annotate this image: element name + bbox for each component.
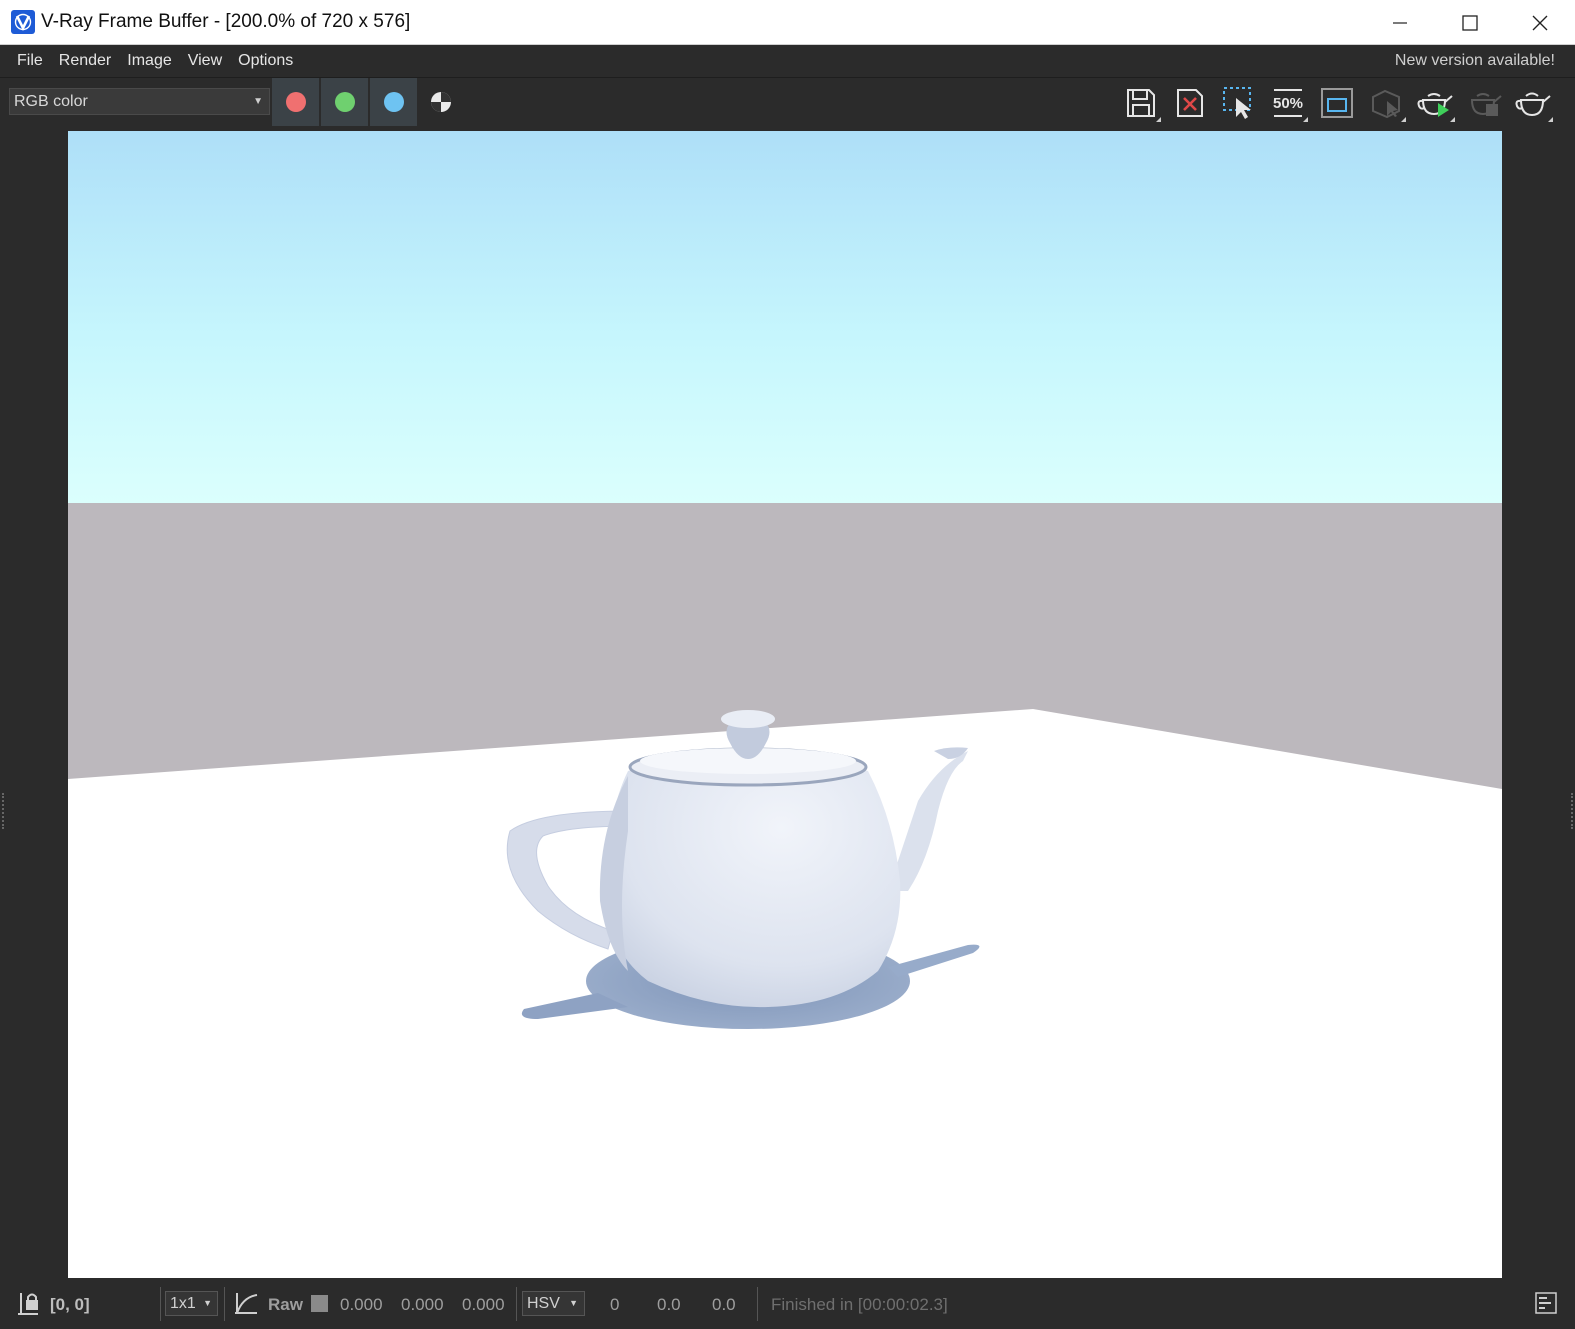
compare-button[interactable] [1312, 82, 1361, 124]
zoom-50-icon: 50% [1272, 89, 1303, 117]
svg-text:50%: 50% [1272, 95, 1302, 112]
start-interactive-button[interactable] [1410, 82, 1459, 124]
clear-image-icon [1176, 89, 1203, 117]
clear-image-button[interactable] [1165, 82, 1214, 124]
raw-value-g: 0.000 [401, 1295, 444, 1314]
render-teapot-button[interactable] [1508, 82, 1557, 124]
rendered-image [68, 131, 1502, 1278]
green-channel-icon [334, 92, 355, 112]
teapot-render [68, 131, 1502, 1278]
maximize-icon [1462, 14, 1478, 31]
hsv-value-v: 0.0 [712, 1295, 736, 1314]
red-channel-button[interactable] [272, 78, 319, 126]
region-render-icon [1222, 87, 1251, 119]
interactive-render-icon [1371, 89, 1400, 119]
close-button[interactable] [1505, 0, 1575, 45]
lock-coordinates-icon[interactable] [16, 1291, 40, 1317]
menu-view[interactable]: View [180, 52, 230, 70]
window-controls [1365, 0, 1575, 45]
save-image-button[interactable] [1116, 82, 1165, 124]
blue-channel-button[interactable] [370, 78, 417, 126]
menu-file[interactable]: File [9, 52, 51, 70]
pixel-coordinates: [0, 0] [50, 1295, 90, 1314]
red-channel-icon [285, 92, 306, 112]
color-swatch [311, 1295, 328, 1312]
toolbar: RGB color ▼ 50% [0, 78, 1575, 128]
stop-render-icon [1470, 93, 1502, 116]
raw-value-r: 0.000 [340, 1295, 383, 1314]
render-viewport[interactable] [2, 128, 1573, 1281]
region-render-button[interactable] [1214, 82, 1263, 124]
left-panel-grip[interactable] [2, 793, 8, 829]
status-bar: [0, 0] 1x1 ▼ Raw 0.000 0.000 0.000 HSV ▼… [0, 1281, 1575, 1329]
menu-render[interactable]: Render [51, 52, 119, 70]
window-title: V-Ray Frame Buffer - [200.0% of 720 x 57… [41, 11, 411, 32]
chevron-down-icon: ▼ [569, 1298, 578, 1308]
interactive-render-button[interactable] [1361, 82, 1410, 124]
sample-size-value: 1x1 [170, 1295, 196, 1312]
channel-dropdown-value: RGB color [14, 93, 88, 110]
menu-options[interactable]: Options [230, 52, 301, 70]
log-panel-icon[interactable] [1535, 1292, 1557, 1314]
zoom-50-button[interactable]: 50% [1263, 82, 1312, 124]
render-tools: 50% [1116, 82, 1557, 124]
color-curve-icon[interactable] [233, 1291, 259, 1317]
minimize-button[interactable] [1365, 0, 1435, 45]
alpha-channel-button[interactable] [430, 91, 452, 113]
title-bar: V-Ray Frame Buffer - [200.0% of 720 x 57… [0, 0, 1575, 45]
render-status-message: Finished in [00:00:02.3] [771, 1295, 948, 1314]
alpha-channel-icon [431, 92, 451, 112]
color-mode-value: HSV [527, 1295, 560, 1312]
maximize-button[interactable] [1435, 0, 1505, 45]
save-image-icon [1126, 89, 1155, 117]
raw-value-b: 0.000 [462, 1295, 505, 1314]
compare-icon [1320, 88, 1353, 118]
menu-image[interactable]: Image [119, 52, 179, 70]
stop-render-button[interactable] [1459, 82, 1508, 124]
channel-dropdown[interactable]: RGB color ▼ [9, 88, 270, 115]
vray-logo-icon [11, 10, 35, 34]
color-mode-dropdown[interactable]: HSV ▼ [522, 1291, 585, 1316]
chevron-down-icon: ▼ [203, 1298, 212, 1308]
sample-size-dropdown[interactable]: 1x1 ▼ [165, 1291, 218, 1316]
chevron-down-icon: ▼ [253, 96, 263, 107]
render-teapot-icon [1515, 92, 1551, 117]
green-channel-button[interactable] [321, 78, 368, 126]
hsv-value-h: 0 [610, 1295, 620, 1314]
blue-channel-icon [383, 92, 404, 112]
close-icon [1532, 15, 1548, 30]
menu-bar: File Render Image View Options New versi… [0, 45, 1575, 78]
new-version-link[interactable]: New version available! [1395, 52, 1555, 70]
hsv-value-s: 0.0 [657, 1295, 681, 1314]
raw-label: Raw [268, 1295, 303, 1314]
start-interactive-icon [1417, 93, 1453, 117]
minimize-icon [1393, 21, 1407, 24]
right-panel-grip[interactable] [1567, 793, 1573, 829]
